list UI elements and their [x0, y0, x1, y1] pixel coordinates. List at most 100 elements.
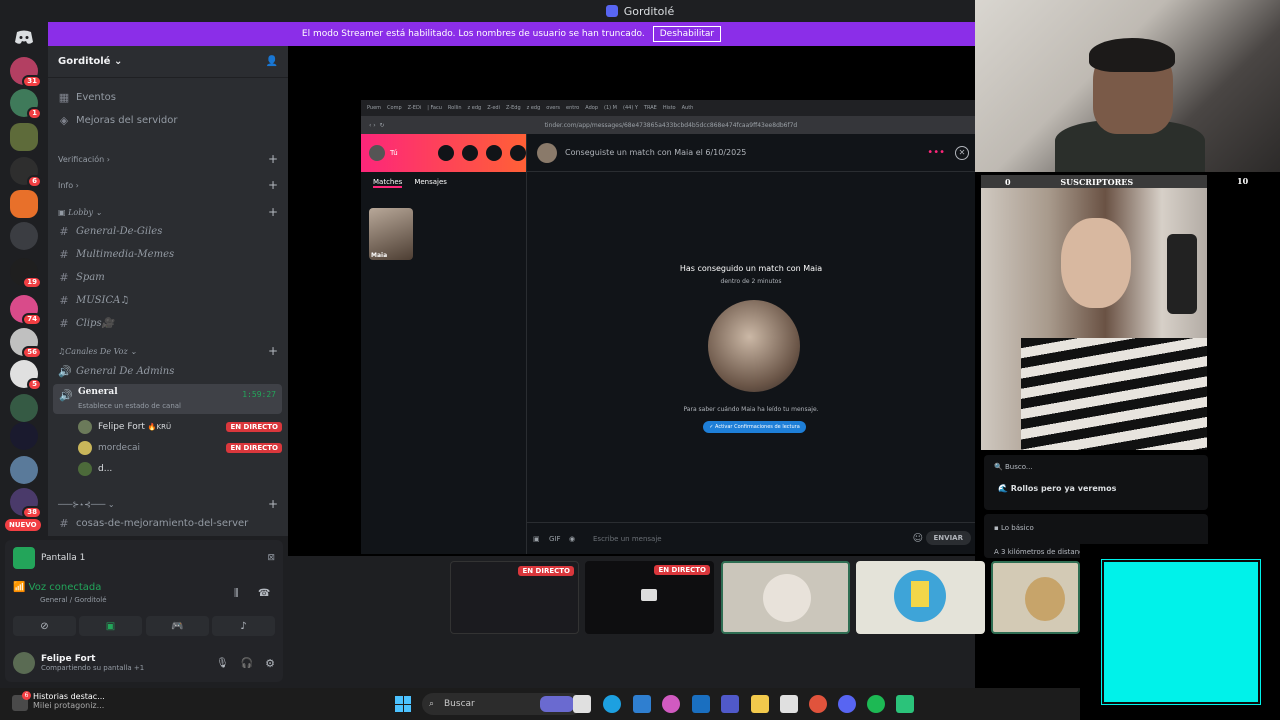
app-icon[interactable]	[896, 695, 914, 713]
tinder-profile-bar[interactable]: Tú	[361, 134, 526, 172]
plus-icon[interactable]: +	[268, 205, 278, 219]
activities-button[interactable]: 🎮	[146, 616, 209, 636]
soundboard-button[interactable]: ♪	[212, 616, 275, 636]
server-icon[interactable]: 31	[10, 57, 42, 88]
edge-icon[interactable]	[603, 695, 621, 713]
sidebar-item-boosts[interactable]: ◈ Mejoras del servidor	[58, 111, 278, 129]
browser-tab[interactable]: Z-EDi	[408, 105, 422, 111]
store-icon[interactable]	[633, 695, 651, 713]
stream-tile[interactable]: EN DIRECTO	[585, 561, 714, 634]
camera-off-button[interactable]: ⊘	[13, 616, 76, 636]
task-view-icon[interactable]	[573, 695, 591, 713]
browser-tab[interactable]: z edg	[468, 105, 482, 111]
avatar[interactable]	[13, 652, 35, 674]
copilot-icon[interactable]	[662, 695, 680, 713]
server-icon[interactable]	[10, 190, 38, 218]
browser-tab[interactable]: Z-edi	[487, 105, 500, 111]
outlook-icon[interactable]	[692, 695, 710, 713]
shared-browser-window[interactable]: Puem Comp Z-EDi | Facu Rollin z edg Z-ed…	[361, 100, 975, 554]
server-icon[interactable]: 56	[10, 328, 42, 359]
address-bar[interactable]: ‹ › ↻ tinder.com/app/messages/68e473865a…	[361, 116, 975, 134]
tab-messages[interactable]: Mensajes	[414, 178, 447, 188]
discord-icon[interactable]	[838, 695, 856, 713]
browser-tab[interactable]: Puem	[367, 105, 381, 111]
server-icon[interactable]	[10, 394, 38, 422]
voice-user[interactable]: Felipe Fort 🔥KRÜ EN DIRECTO	[78, 418, 282, 436]
spotify-icon[interactable]: ◉	[569, 535, 575, 543]
server-icon[interactable]	[10, 422, 38, 450]
browser-tab[interactable]: Auth	[682, 105, 694, 111]
more-icon[interactable]: •••	[927, 147, 945, 158]
sticker-icon[interactable]: ▣	[533, 535, 540, 543]
plus-icon[interactable]: +	[268, 152, 278, 166]
headphones-icon[interactable]: 🎧	[241, 658, 253, 669]
discord-home-icon[interactable]	[10, 26, 38, 48]
tab-matches[interactable]: Matches	[373, 178, 403, 188]
browser-tab[interactable]: Histo	[663, 105, 676, 111]
emoji-icon[interactable]: ☺	[913, 533, 923, 544]
browser-tab[interactable]: | Facu	[427, 105, 442, 111]
disconnect-icon[interactable]: ☎	[258, 588, 270, 599]
close-icon[interactable]: ✕	[955, 145, 969, 160]
shield-icon[interactable]	[509, 145, 526, 161]
voice-channel-path[interactable]: General / Gorditolé	[40, 596, 107, 604]
noise-suppression-icon[interactable]: ⫼	[234, 588, 239, 599]
browser-tab[interactable]: Rollin	[448, 105, 462, 111]
browser-tab[interactable]: Comp	[387, 105, 402, 111]
stream-tile[interactable]	[991, 561, 1080, 634]
channel-clips[interactable]: # Clips🎥	[58, 314, 278, 332]
category-verification[interactable]: Verificación › +	[58, 150, 278, 168]
browser-tab[interactable]: (1) M	[604, 105, 617, 111]
back-icon[interactable]: ‹ ›	[369, 122, 376, 129]
explore-icon[interactable]	[461, 145, 478, 161]
voice-connected-label[interactable]: 📶 Voz conectada	[13, 582, 101, 593]
start-button[interactable]	[395, 696, 411, 712]
plus-icon[interactable]: +	[268, 344, 278, 358]
gear-icon[interactable]: ⚙	[265, 657, 275, 670]
server-icon[interactable]	[10, 222, 38, 250]
browser-tab[interactable]: z edg	[527, 105, 541, 111]
sidebar-item-events[interactable]: ▦ Eventos	[58, 88, 278, 106]
server-icon[interactable]: 1	[10, 89, 42, 120]
disable-streamer-button[interactable]: Deshabilitar	[652, 26, 722, 42]
server-icon[interactable]	[10, 456, 38, 484]
close-icon[interactable]: ⊠	[267, 553, 275, 563]
reload-icon[interactable]: ↻	[380, 122, 385, 129]
server-icon[interactable]: 74	[10, 295, 42, 326]
guild-header[interactable]: Gorditolé ⌄ 👤	[48, 46, 288, 78]
spotify-icon[interactable]	[867, 695, 885, 713]
screen-share-button[interactable]: ▣	[79, 616, 142, 636]
notepad-icon[interactable]	[780, 695, 798, 713]
new-badge[interactable]: NUEVO	[5, 519, 41, 531]
voice-user[interactable]: d...	[78, 460, 282, 478]
plus-icon[interactable]: +	[268, 497, 278, 511]
match-card[interactable]: Maia	[369, 208, 413, 260]
send-button[interactable]: ENVIAR	[925, 531, 971, 545]
category-voice[interactable]: ♫Canales De Voz ⌄ +	[58, 342, 278, 360]
taskbar-search[interactable]: ⌕ Buscar	[422, 693, 582, 715]
add-member-icon[interactable]: 👤	[266, 56, 278, 67]
channel-musica[interactable]: # MUSICA♫	[58, 291, 278, 309]
stream-tile[interactable]	[721, 561, 850, 634]
briefcase-icon[interactable]	[485, 145, 502, 161]
channel-general-de-giles[interactable]: # General-De-Giles	[58, 222, 278, 240]
stream-tile[interactable]	[856, 561, 985, 634]
browser-tab[interactable]: Adop	[585, 105, 598, 111]
browser-tab[interactable]: (44) Y	[623, 105, 638, 111]
voice-user[interactable]: mordecai EN DIRECTO	[78, 439, 282, 457]
avatar[interactable]	[537, 142, 557, 163]
server-icon[interactable]: 19	[10, 258, 42, 289]
category-bottom[interactable]: ───⊱⋆⊰─── ⌄ +	[58, 495, 278, 513]
browser-tab[interactable]: Z-Edg	[506, 105, 521, 111]
server-icon[interactable]: 5	[10, 360, 42, 391]
voice-channel-admins[interactable]: 🔊 General De Admins	[58, 362, 278, 380]
category-lobby[interactable]: ▣ Lobby ⌄ +	[58, 203, 278, 221]
gif-icon[interactable]: GIF	[549, 535, 561, 543]
browser-tab[interactable]: overs	[546, 105, 560, 111]
news-widget[interactable]: 6 Historias destac... Milei protagoniz..…	[12, 691, 112, 711]
voice-channel-general[interactable]: 🔊 General Establece un estado de canal 1…	[53, 384, 282, 414]
channel-mejoramiento[interactable]: # cosas-de-mejoramiento-del-server	[58, 514, 278, 532]
folder-icon[interactable]	[751, 695, 769, 713]
boost-icon[interactable]	[437, 145, 454, 161]
channel-spam[interactable]: # Spam	[58, 268, 278, 286]
